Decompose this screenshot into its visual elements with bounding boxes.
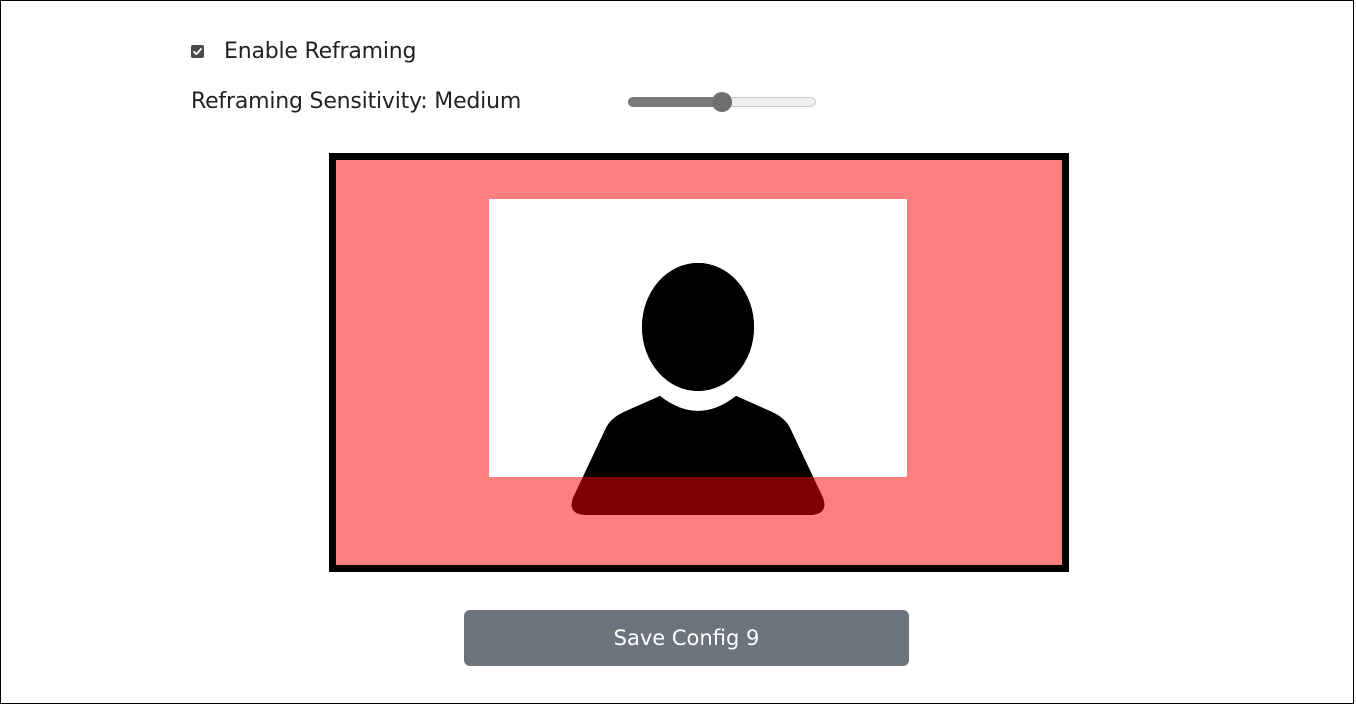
- enable-reframing-checkbox[interactable]: [191, 44, 204, 58]
- reframing-preview: [329, 153, 1069, 572]
- person-silhouette-icon: [571, 263, 825, 515]
- slider-thumb[interactable]: [712, 92, 732, 112]
- save-config-button[interactable]: Save Config 9: [464, 610, 909, 666]
- preview-outside-region: [336, 160, 1062, 565]
- sensitivity-label: Reframing Sensitivity: Medium: [191, 88, 522, 114]
- slider-fill: [628, 97, 722, 107]
- sensitivity-row: Reframing Sensitivity: Medium: [191, 87, 521, 115]
- checkmark-icon: [193, 47, 202, 55]
- enable-reframing-row[interactable]: Enable Reframing: [191, 38, 416, 64]
- sensitivity-slider[interactable]: [628, 92, 818, 112]
- enable-reframing-label: Enable Reframing: [224, 38, 417, 64]
